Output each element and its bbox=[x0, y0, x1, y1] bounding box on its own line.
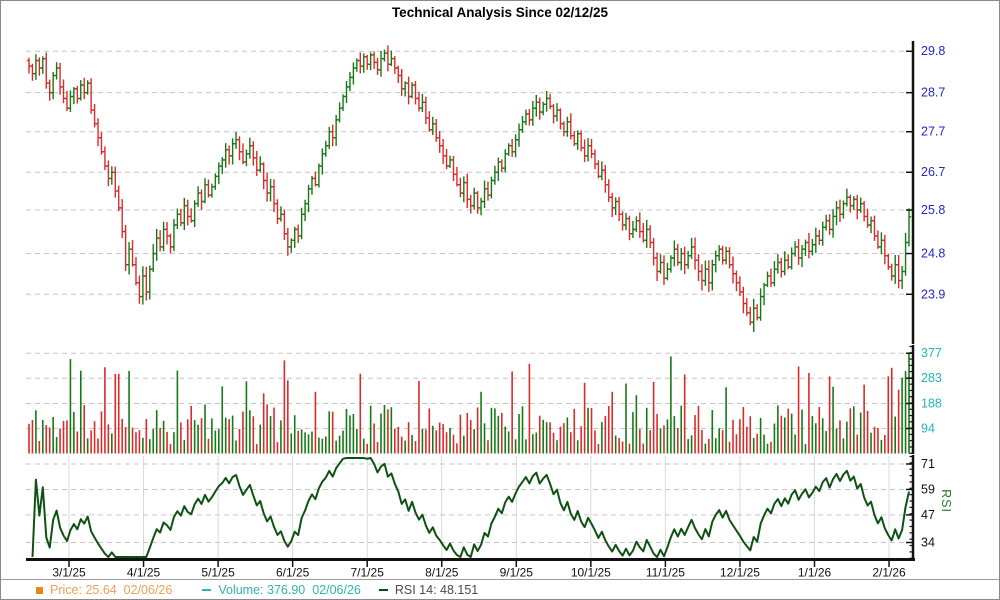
x-tick-label: 12/1/25 bbox=[720, 566, 760, 580]
chart-canvas: 29.8 28.7 27.7 26.7 25.8 24.8 23.9 377 283 188 94 7… bbox=[1, 1, 999, 599]
price-tick-label: 29.8 bbox=[921, 44, 945, 58]
x-tick-label: 4/1/25 bbox=[127, 566, 161, 580]
volume-tick-label: 283 bbox=[921, 371, 942, 385]
price-ohlc-series bbox=[27, 45, 911, 332]
x-tick-label: 10/1/25 bbox=[571, 566, 611, 580]
x-tick-label: 2/1/26 bbox=[872, 566, 906, 580]
rsi-dash-icon bbox=[379, 589, 388, 591]
rsi-tick-label: 71 bbox=[921, 457, 935, 471]
legend-price-date: 02/06/26 bbox=[124, 583, 173, 597]
legend: Price: 25.64 02/06/26 Volume: 376.90 02/… bbox=[1, 579, 999, 600]
x-tick-label: 8/1/25 bbox=[425, 566, 459, 580]
volume-dash-icon bbox=[202, 589, 211, 591]
price-tick-label: 25.8 bbox=[921, 203, 945, 217]
chart-window: Technical Analysis Since 02/12/25 29.828… bbox=[0, 0, 1000, 600]
legend-price-label: Price: bbox=[50, 583, 82, 597]
x-tick-label: 5/1/25 bbox=[201, 566, 235, 580]
price-tick-label: 23.9 bbox=[921, 287, 945, 301]
rsi-tick-label: 59 bbox=[921, 482, 935, 496]
x-tick-label: 3/1/25 bbox=[52, 566, 86, 580]
legend-price: Price: 25.64 02/06/26 bbox=[36, 583, 172, 597]
legend-volume-value: 376.90 bbox=[267, 583, 305, 597]
legend-volume: Volume: 376.90 02/06/26 bbox=[202, 583, 361, 597]
rsi-axis-title: RSI bbox=[939, 489, 953, 513]
rsi-tick-label: 47 bbox=[921, 508, 935, 522]
x-tick-label: 1/1/26 bbox=[798, 566, 832, 580]
volume-tick-label: 377 bbox=[921, 346, 942, 360]
volume-tick-label: 94 bbox=[921, 422, 935, 436]
price-tick-label: 28.7 bbox=[921, 86, 945, 100]
price-tick-label: 26.7 bbox=[921, 165, 945, 179]
price-tick-label: 24.8 bbox=[921, 247, 945, 261]
x-tick-label: 11/1/25 bbox=[646, 566, 685, 580]
rsi-tick-label: 34 bbox=[921, 535, 935, 549]
legend-rsi-label: RSI 14: bbox=[395, 583, 437, 597]
legend-volume-label: Volume: bbox=[218, 583, 263, 597]
price-swatch-icon bbox=[36, 587, 43, 594]
volume-tick-label: 188 bbox=[921, 397, 942, 411]
x-tick-label: 7/1/25 bbox=[351, 566, 385, 580]
legend-price-value: 25.64 bbox=[85, 583, 116, 597]
x-tick-label: 9/1/25 bbox=[500, 566, 534, 580]
legend-volume-date: 02/06/26 bbox=[312, 583, 361, 597]
x-tick-label: 6/1/25 bbox=[276, 566, 310, 580]
legend-rsi-value: 48.151 bbox=[440, 583, 478, 597]
legend-rsi: RSI 14: 48.151 bbox=[379, 583, 478, 597]
price-tick-label: 27.7 bbox=[921, 125, 945, 139]
